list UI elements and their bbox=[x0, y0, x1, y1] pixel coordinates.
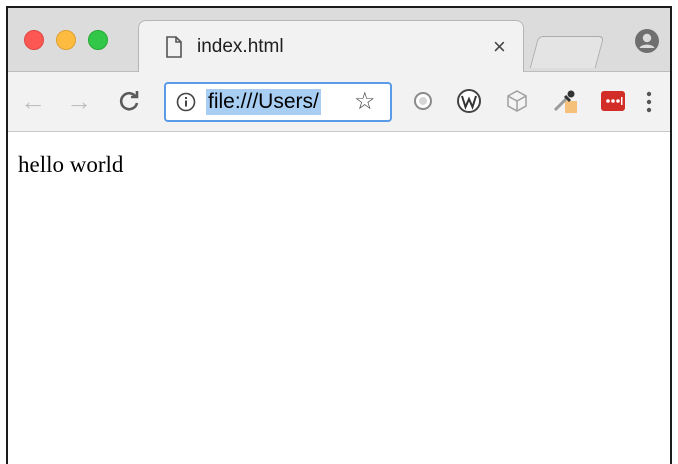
page-body-text: hello world bbox=[18, 152, 124, 177]
tab-title: index.html bbox=[197, 36, 284, 57]
more-vertical-icon[interactable] bbox=[644, 88, 654, 116]
toolbar: ← → file:///Users/ ☆ bbox=[8, 72, 670, 132]
page-content: hello world bbox=[8, 132, 670, 464]
document-icon bbox=[166, 36, 182, 58]
tab-index-html[interactable]: index.html × bbox=[138, 20, 524, 73]
back-button[interactable]: ← bbox=[18, 86, 48, 116]
forward-button[interactable]: → bbox=[64, 86, 94, 116]
zoom-window-button[interactable] bbox=[88, 30, 108, 50]
box-extension-icon[interactable] bbox=[504, 88, 530, 114]
grey-circle-extension-icon[interactable] bbox=[410, 88, 436, 114]
minimize-window-button[interactable] bbox=[56, 30, 76, 50]
bookmark-star-icon[interactable]: ☆ bbox=[354, 88, 376, 116]
reload-button[interactable] bbox=[114, 86, 144, 116]
close-tab-icon[interactable]: × bbox=[493, 34, 506, 59]
new-tab-button[interactable] bbox=[529, 36, 605, 68]
address-bar[interactable]: file:///Users/ ☆ bbox=[164, 82, 392, 122]
reload-icon bbox=[119, 91, 139, 111]
eyedropper-extension-icon[interactable] bbox=[552, 88, 578, 114]
lastpass-extension-icon[interactable] bbox=[600, 88, 626, 114]
tab-strip: index.html × bbox=[8, 8, 670, 73]
browser-window: index.html × ← → file:///Users/ ☆ hello … bbox=[6, 6, 672, 464]
profile-icon[interactable] bbox=[634, 28, 660, 54]
info-icon[interactable] bbox=[176, 92, 196, 112]
url-input[interactable]: file:///Users/ bbox=[206, 89, 321, 115]
w-extension-icon[interactable] bbox=[456, 88, 482, 114]
close-window-button[interactable] bbox=[24, 30, 44, 50]
